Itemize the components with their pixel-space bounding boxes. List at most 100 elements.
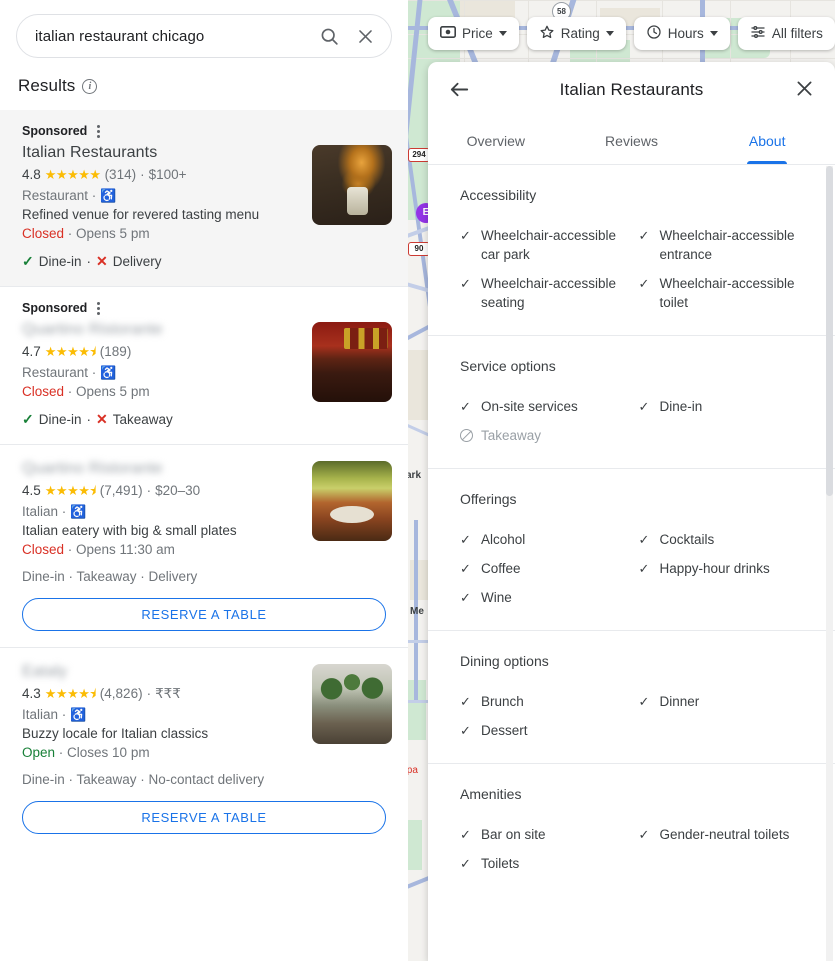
attribute-label: Wheelchair-accessible seating: [481, 276, 617, 310]
attribute-grid: ✓ On-site services ✓ Dine-in Takeaway: [428, 392, 835, 450]
check-icon: ✓: [638, 228, 650, 243]
attribute-item: ✓ Happy-hour drinks: [639, 554, 804, 583]
scrollbar-thumb[interactable]: [826, 166, 833, 496]
attribute-item: ✓ Alcohol: [460, 525, 625, 554]
search-input[interactable]: italian restaurant chicago: [35, 28, 311, 45]
status-badge: Closed: [22, 226, 65, 241]
wheelchair-icon: ♿: [70, 707, 87, 722]
close-icon[interactable]: [794, 78, 815, 104]
attribute-item: ✓ Wheelchair-accessible toilet: [639, 269, 804, 317]
detail-scrollbar[interactable]: [826, 166, 833, 961]
attribute-item: ✓ Dessert: [460, 716, 625, 745]
reserve-a-table-button[interactable]: RESERVE A TABLE: [22, 801, 386, 834]
tab-reviews[interactable]: Reviews: [564, 118, 700, 164]
business-thumbnail[interactable]: [312, 322, 392, 402]
attribute-label: Brunch: [481, 694, 524, 709]
tab-overview[interactable]: Overview: [428, 118, 564, 164]
filter-chip-rating[interactable]: Rating: [526, 17, 626, 50]
business-name[interactable]: Italian Restaurants: [22, 143, 296, 163]
detail-header: Italian Restaurants: [428, 62, 835, 118]
service-label: Delivery: [112, 254, 162, 269]
status-line: Closed · Opens 5 pm: [22, 226, 150, 241]
more-options-icon[interactable]: [97, 124, 101, 138]
rating-row: 4.3 ★★★★⯨ (4,826) · ₹₹₹: [22, 685, 296, 703]
map-label-park: ark: [406, 470, 422, 481]
check-icon: ✓: [638, 561, 650, 576]
more-options-icon[interactable]: [97, 301, 101, 315]
attribute-label: Toilets: [481, 856, 520, 871]
search-box[interactable]: italian restaurant chicago: [16, 14, 392, 58]
filter-chip-price-label: Price: [462, 26, 493, 41]
chevron-down-icon: [605, 31, 614, 36]
attribute-label: Wheelchair-accessible car park: [481, 228, 617, 262]
rating-row: 4.8 ★★★★★ (314) · $100+: [22, 166, 296, 184]
attribute-label: Happy-hour drinks: [659, 561, 770, 576]
search-icon[interactable]: [311, 18, 347, 54]
price-separator: ·: [140, 167, 145, 182]
result-card[interactable]: Sponsored Italian Restaurants 4.8 ★★★★★ (314…: [0, 110, 408, 286]
check-icon: ✓: [460, 276, 471, 291]
attribute-label: Dine-in: [659, 399, 703, 414]
back-arrow-icon[interactable]: [448, 78, 471, 106]
clear-search-icon[interactable]: [347, 18, 383, 54]
service-options-text: Dine-in · Takeaway · Delivery: [22, 569, 198, 584]
rating-row: 4.5 ★★★★⯨ (7,491) · $20–30: [22, 482, 296, 500]
business-thumbnail[interactable]: [312, 461, 392, 541]
star-rating-icon: ★★★★⯨: [44, 483, 97, 498]
status-line: Open · Closes 10 pm: [22, 745, 150, 760]
about-section: Dining options ✓ Brunch ✓ Dinner ✓ Dessert: [428, 631, 835, 764]
search-results-panel: italian restaurant chicago Results i Spo…: [0, 0, 408, 961]
check-icon: ✓: [22, 253, 34, 269]
attribute-label: Takeaway: [481, 428, 542, 443]
hours-text: Opens 11:30 am: [76, 542, 175, 557]
business-name[interactable]: Eataly: [22, 662, 67, 682]
attribute-item: ✓ Wheelchair-accessible entrance: [639, 221, 804, 269]
check-icon: ✓: [460, 694, 471, 709]
search-row: italian restaurant chicago: [0, 0, 408, 58]
status-line: Closed · Opens 11:30 am: [22, 542, 175, 557]
reserve-a-table-button[interactable]: RESERVE A TABLE: [22, 598, 386, 631]
about-section: Offerings ✓ Alcohol ✓ Cocktails ✓ Coffee ✓ Happy…: [428, 469, 835, 631]
business-name[interactable]: Quartino Ristorante: [22, 320, 163, 340]
result-card[interactable]: Eataly 4.3 ★★★★⯨ (4,826) · ₹₹₹ Italian · ♿ Buzz…: [0, 647, 408, 850]
result-card[interactable]: Sponsored Quartino Ristorante 4.7 ★★★★⯨ (189…: [0, 286, 408, 444]
service-options-row: ✓ Dine-in · ✕ Takeaway: [22, 411, 296, 428]
about-section: Accessibility ✓ Wheelchair-accessible car …: [428, 165, 835, 336]
category-label: Italian: [22, 504, 59, 519]
star-rating-icon: ★★★★⯨: [44, 344, 97, 359]
service-options-row: ✓ Dine-in · ✕ Delivery: [22, 253, 296, 270]
attribute-item: ✓ Bar on site: [460, 820, 625, 849]
rating-value: 4.5: [22, 483, 41, 498]
business-name[interactable]: Quartino Ristorante: [22, 459, 163, 479]
section-title: Dining options: [460, 653, 549, 669]
filter-chip-price[interactable]: Price: [428, 17, 519, 50]
section-title: Service options: [460, 358, 556, 374]
check-icon: ✓: [460, 399, 471, 414]
review-count: (314): [104, 167, 137, 182]
star-rating-icon: ★★★★⯨: [44, 686, 97, 701]
star-icon: [539, 24, 555, 43]
hours-text: Opens 5 pm: [76, 384, 150, 399]
info-icon[interactable]: i: [82, 78, 98, 94]
attribute-label: Bar on site: [481, 827, 546, 842]
check-icon: ✓: [460, 228, 471, 243]
business-thumbnail[interactable]: [312, 664, 392, 744]
filter-chip-all-filters[interactable]: All filters: [737, 17, 835, 50]
check-icon: ✓: [460, 561, 471, 576]
attribute-item: ✓ Wheelchair-accessible car park: [460, 221, 625, 269]
service-label: Dine-in: [38, 412, 82, 427]
result-card[interactable]: Quartino Ristorante 4.5 ★★★★⯨ (7,491) · $20–3…: [0, 444, 408, 647]
detail-tabs: Overview Reviews About: [428, 118, 835, 164]
attribute-item: ✓ Brunch: [460, 687, 625, 716]
check-icon: ✓: [460, 532, 471, 547]
filter-chip-hours[interactable]: Hours: [633, 17, 730, 50]
business-thumbnail[interactable]: [312, 145, 392, 225]
detail-title: Italian Restaurants: [559, 80, 704, 99]
close-icon: ✕: [96, 411, 108, 427]
clock-icon: [646, 24, 662, 43]
attribute-item: ✓ On-site services: [460, 392, 625, 421]
tab-about[interactable]: About: [699, 118, 835, 164]
sponsored-label: Sponsored: [22, 301, 88, 315]
check-icon: ✓: [638, 399, 650, 414]
sponsored-row: Sponsored: [22, 301, 392, 315]
